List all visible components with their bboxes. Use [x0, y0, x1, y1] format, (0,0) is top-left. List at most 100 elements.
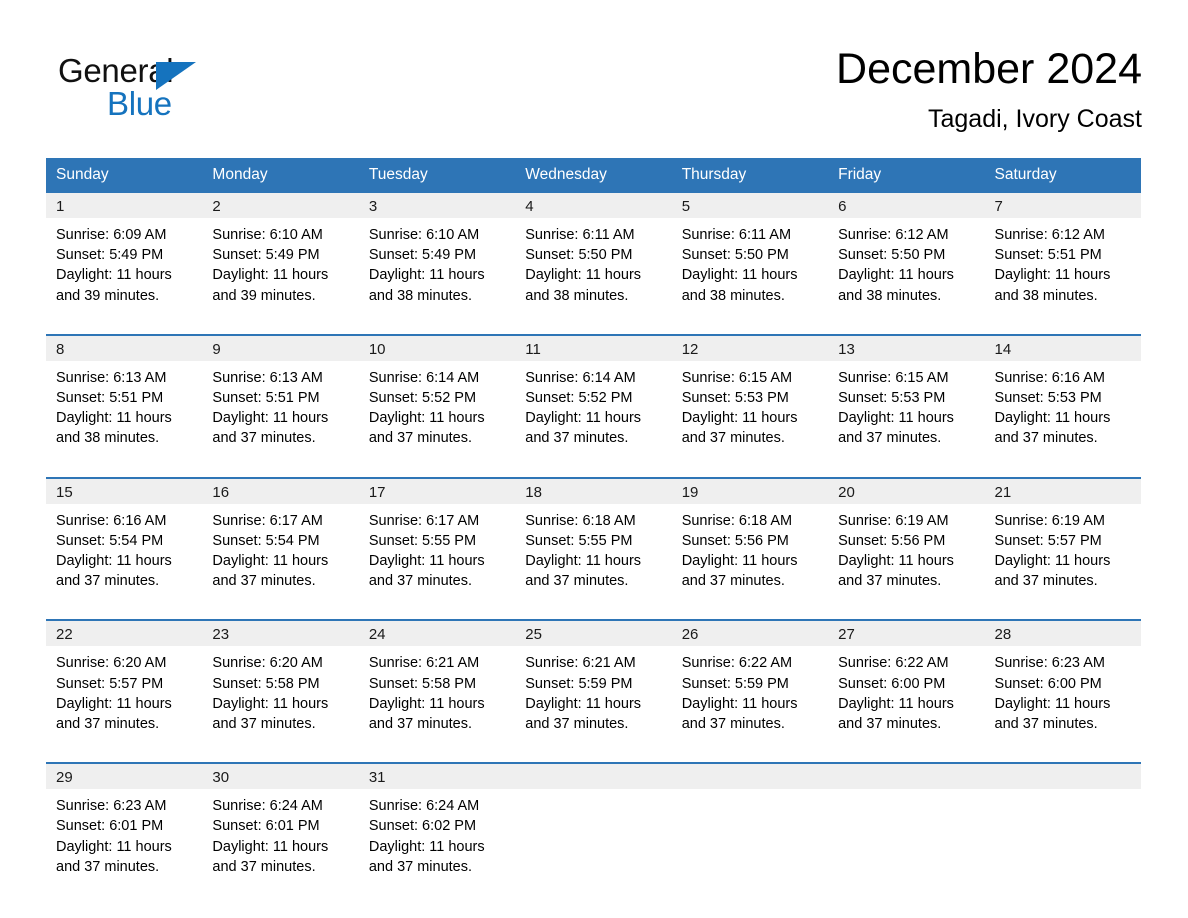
sunset-text: Sunset: 5:54 PM	[56, 532, 164, 549]
daylight-text-line2: and 37 minutes.	[368, 430, 473, 447]
sunset-text: Sunset: 5:58 PM	[212, 675, 320, 692]
sunrise-text: Sunrise: 6:09 AM	[56, 227, 167, 243]
day-cell[interactable]: 3 Sunrise: 6:10 AM Sunset: 5:49 PM Dayli…	[358, 193, 516, 308]
day-cell[interactable]: 5 Sunrise: 6:11 AM Sunset: 5:50 PM Dayli…	[671, 193, 829, 308]
day-cell[interactable]: 9 Sunrise: 6:13 AM Sunset: 5:51 PM Dayli…	[202, 335, 359, 451]
daylight-text-line1: Daylight: 11 hours	[56, 267, 172, 284]
day-cell[interactable]: 31 Sunrise: 6:24 AM Sunset: 6:02 PM Dayl…	[358, 764, 516, 879]
day-details: Sunrise: 6:10 AM Sunset: 5:49 PM Dayligh…	[202, 218, 358, 306]
sunrise-text: Sunrise: 6:10 AM	[368, 227, 480, 243]
day-cell[interactable]: 29 Sunrise: 6:23 AM Sunset: 6:01 PM Dayl…	[46, 764, 203, 879]
day-cell[interactable]: 8 Sunrise: 6:13 AM Sunset: 5:51 PM Dayli…	[46, 335, 203, 451]
calendar-page: General Blue December 2024 Tagadi, Ivory…	[0, 0, 1188, 918]
daylight-text-line1: Daylight: 11 hours	[212, 553, 329, 570]
day-cell[interactable]: 28 Sunrise: 6:23 AM Sunset: 6:00 PM Dayl…	[984, 621, 1141, 736]
daylight-text-line1: Daylight: 11 hours	[994, 695, 1111, 712]
day-details: Sunrise: 6:21 AM Sunset: 5:58 PM Dayligh…	[359, 646, 515, 734]
day-number: 31	[358, 764, 516, 790]
day-cell[interactable]: 17 Sunrise: 6:17 AM Sunset: 5:55 PM Dayl…	[358, 478, 516, 594]
day-number: 27	[828, 621, 985, 647]
sunrise-text: Sunrise: 6:21 AM	[525, 655, 636, 672]
daylight-text-line1: Daylight: 11 hours	[838, 553, 954, 570]
sunset-text: Sunset: 5:56 PM	[681, 532, 789, 549]
day-number: 8	[46, 335, 203, 361]
day-cell[interactable]: 30 Sunrise: 6:24 AM Sunset: 6:01 PM Dayl…	[202, 764, 359, 879]
day-cell[interactable]: 25 Sunrise: 6:21 AM Sunset: 5:59 PM Dayl…	[515, 621, 672, 736]
day-number: 29	[46, 764, 203, 790]
daylight-text-line2: and 37 minutes.	[56, 716, 160, 733]
week-gap	[46, 736, 1141, 762]
daylight-text-line2: and 38 minutes.	[681, 287, 785, 304]
daylight-text-line2: and 37 minutes.	[681, 716, 785, 733]
day-cell[interactable]: 13 Sunrise: 6:15 AM Sunset: 5:53 PM Dayl…	[828, 335, 985, 451]
daylight-text-line2: and 37 minutes.	[681, 430, 785, 447]
day-details: Sunrise: 6:23 AM Sunset: 6:01 PM Dayligh…	[46, 789, 202, 877]
sunset-text: Sunset: 5:58 PM	[368, 675, 477, 692]
day-cell[interactable]: 6 Sunrise: 6:12 AM Sunset: 5:50 PM Dayli…	[828, 193, 985, 308]
day-cell[interactable]: 10 Sunrise: 6:14 AM Sunset: 5:52 PM Dayl…	[358, 335, 516, 451]
day-cell[interactable]: 19 Sunrise: 6:18 AM Sunset: 5:56 PM Dayl…	[671, 478, 829, 594]
daylight-text-line1: Daylight: 11 hours	[838, 267, 954, 284]
sunrise-text: Sunrise: 6:17 AM	[368, 512, 480, 529]
day-cell[interactable]: 22 Sunrise: 6:20 AM Sunset: 5:57 PM Dayl…	[46, 621, 203, 736]
day-cell[interactable]: 18 Sunrise: 6:18 AM Sunset: 5:55 PM Dayl…	[515, 478, 672, 594]
day-number: 25	[515, 621, 672, 647]
sunset-text: Sunset: 6:01 PM	[56, 818, 164, 835]
daylight-text-line1: Daylight: 11 hours	[368, 695, 485, 712]
daylight-text-line2: and 37 minutes.	[212, 430, 316, 447]
day-cell[interactable]: 12 Sunrise: 6:15 AM Sunset: 5:53 PM Dayl…	[671, 335, 829, 451]
day-number: 17	[358, 478, 516, 504]
day-cell[interactable]: 4 Sunrise: 6:11 AM Sunset: 5:50 PM Dayli…	[515, 193, 672, 308]
sunset-text: Sunset: 5:50 PM	[681, 247, 789, 264]
sunrise-text: Sunrise: 6:22 AM	[681, 655, 793, 672]
sunrise-text: Sunrise: 6:15 AM	[681, 369, 793, 386]
day-number: 20	[828, 478, 985, 504]
day-number: 1	[46, 193, 203, 218]
day-number: 2	[202, 193, 359, 218]
day-number: 19	[671, 478, 829, 504]
day-cell[interactable]: 20 Sunrise: 6:19 AM Sunset: 5:56 PM Dayl…	[828, 478, 985, 594]
day-details: Sunrise: 6:17 AM Sunset: 5:54 PM Dayligh…	[202, 504, 358, 592]
day-cell[interactable]: 14 Sunrise: 6:16 AM Sunset: 5:53 PM Dayl…	[984, 335, 1141, 451]
day-details: Sunrise: 6:14 AM Sunset: 5:52 PM Dayligh…	[359, 361, 515, 449]
day-cell[interactable]: 1 Sunrise: 6:09 AM Sunset: 5:49 PM Dayli…	[46, 193, 203, 308]
sunset-text: Sunset: 5:50 PM	[838, 247, 946, 264]
day-details: Sunrise: 6:14 AM Sunset: 5:52 PM Dayligh…	[515, 361, 671, 449]
sunrise-text: Sunrise: 6:11 AM	[525, 227, 635, 243]
daylight-text-line2: and 37 minutes.	[56, 858, 160, 875]
sunrise-text: Sunrise: 6:18 AM	[681, 512, 793, 529]
day-number: 6	[828, 193, 985, 218]
day-number: 10	[358, 335, 516, 361]
sunrise-text: Sunrise: 6:16 AM	[56, 512, 167, 529]
day-number	[828, 764, 985, 790]
day-cell[interactable]: 7 Sunrise: 6:12 AM Sunset: 5:51 PM Dayli…	[984, 193, 1141, 308]
day-cell[interactable]: 23 Sunrise: 6:20 AM Sunset: 5:58 PM Dayl…	[202, 621, 359, 736]
daylight-text-line1: Daylight: 11 hours	[525, 267, 642, 284]
day-cell[interactable]: 16 Sunrise: 6:17 AM Sunset: 5:54 PM Dayl…	[202, 478, 359, 594]
sunset-text: Sunset: 5:57 PM	[56, 675, 164, 692]
day-cell-empty	[515, 764, 672, 879]
day-cell[interactable]: 24 Sunrise: 6:21 AM Sunset: 5:58 PM Dayl…	[358, 621, 516, 736]
daylight-text-line1: Daylight: 11 hours	[525, 410, 642, 427]
daylight-text-line1: Daylight: 11 hours	[368, 410, 485, 427]
week-row: 29 Sunrise: 6:23 AM Sunset: 6:01 PM Dayl…	[46, 762, 1141, 880]
day-details: Sunrise: 6:21 AM Sunset: 5:59 PM Dayligh…	[515, 646, 671, 734]
sunset-text: Sunset: 5:57 PM	[994, 532, 1102, 549]
sunset-text: Sunset: 5:54 PM	[212, 532, 320, 549]
day-cell[interactable]: 21 Sunrise: 6:19 AM Sunset: 5:57 PM Dayl…	[984, 478, 1141, 594]
sunset-text: Sunset: 5:51 PM	[994, 247, 1102, 264]
day-cell[interactable]: 2 Sunrise: 6:10 AM Sunset: 5:49 PM Dayli…	[202, 193, 359, 308]
day-details: Sunrise: 6:11 AM Sunset: 5:50 PM Dayligh…	[672, 218, 828, 306]
day-cell[interactable]: 27 Sunrise: 6:22 AM Sunset: 6:00 PM Dayl…	[828, 621, 985, 736]
day-number: 15	[46, 478, 203, 504]
day-cell[interactable]: 11 Sunrise: 6:14 AM Sunset: 5:52 PM Dayl…	[515, 335, 672, 451]
day-cell[interactable]: 15 Sunrise: 6:16 AM Sunset: 5:54 PM Dayl…	[46, 478, 203, 594]
day-number: 24	[358, 621, 516, 647]
sunrise-text: Sunrise: 6:24 AM	[368, 798, 480, 815]
daylight-text-line2: and 37 minutes.	[368, 573, 473, 590]
day-cell[interactable]: 26 Sunrise: 6:22 AM Sunset: 5:59 PM Dayl…	[671, 621, 829, 736]
daylight-text-line2: and 37 minutes.	[838, 573, 942, 590]
sunset-text: Sunset: 6:00 PM	[838, 675, 946, 692]
weekday-header-saturday: Saturday	[994, 166, 1057, 183]
day-number: 28	[984, 621, 1141, 647]
